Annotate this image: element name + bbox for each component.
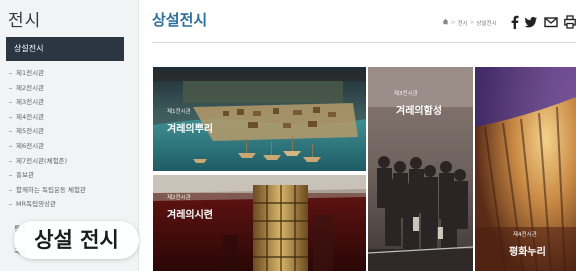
page-title: 상설전시 [152,11,208,29]
gallery-hall-name: 겨레의뿌리 [167,124,213,135]
sidebar-item-hall2[interactable]: 제2전시관 [8,81,132,96]
sidebar-item-hall7[interactable]: 제7전시관(체험존) [8,154,132,169]
sidebar-item-experience[interactable]: 함께하는 독립운동 체험관 [8,183,132,198]
gallery-card-hall1[interactable]: 제1전시관 겨레의뿌리 [153,67,366,171]
sidebar-item-promotion[interactable]: 홍보관 [8,168,132,183]
gallery-card-hall3[interactable]: 제3전시관 겨레의함성 [368,67,473,271]
sidebar-item-mr-theater[interactable]: MR독립영상관 [8,197,132,212]
twitter-icon[interactable] [524,14,538,28]
sidebar-item-active[interactable]: 상설전시 [6,37,124,61]
breadcrumb: > 전시 > 상설전시 [442,18,497,27]
gallery-hall-label: 제4전시관 [513,232,537,238]
gallery-hall-label: 제3전시관 [394,91,418,97]
caption-overlay: 상설 전시 [14,221,139,259]
gallery-hall-name: 평화누리 [509,247,546,258]
gallery-card-hall4[interactable]: 제4전시관 평화누리 [475,67,576,271]
gallery-image-hall1 [153,67,366,171]
header-divider [152,42,576,43]
breadcrumb-level2[interactable]: 상설전시 [476,19,496,27]
sidebar-submenu: 제1전시관 제2전시관 제3전시관 제4전시관 제5전시관 제6전시관 제7전시… [8,66,132,212]
sidebar-item-hall5[interactable]: 제5전시관 [8,124,132,139]
gallery-hall-label: 제2전시관 [167,195,191,201]
gallery-hall-label: 제1전시관 [167,109,191,115]
breadcrumb-level1[interactable]: 전시 [458,19,468,27]
sidebar-item-hall4[interactable]: 제4전시관 [8,110,132,125]
facebook-icon[interactable] [508,14,522,29]
gallery-hall-name: 겨레의함성 [396,106,442,117]
sidebar-item-hall6[interactable]: 제6전시관 [8,139,132,154]
home-icon[interactable] [442,18,449,27]
gallery-hall-name: 겨레의시련 [167,210,213,221]
sidebar-item-hall3[interactable]: 제3전시관 [8,95,132,110]
gallery-card-hall2[interactable]: 제2전시관 겨레의시련 [153,175,366,271]
mail-icon[interactable] [544,14,558,28]
gallery-image-hall4 [475,67,576,271]
sidebar-item-hall1[interactable]: 제1전시관 [8,66,132,81]
sidebar-title: 전시 [8,11,42,31]
breadcrumb-separator: > [469,19,475,26]
print-icon[interactable] [564,14,576,29]
breadcrumb-separator: > [451,19,456,26]
gallery-image-hall3 [368,67,473,271]
gallery-image-hall2 [153,175,366,271]
